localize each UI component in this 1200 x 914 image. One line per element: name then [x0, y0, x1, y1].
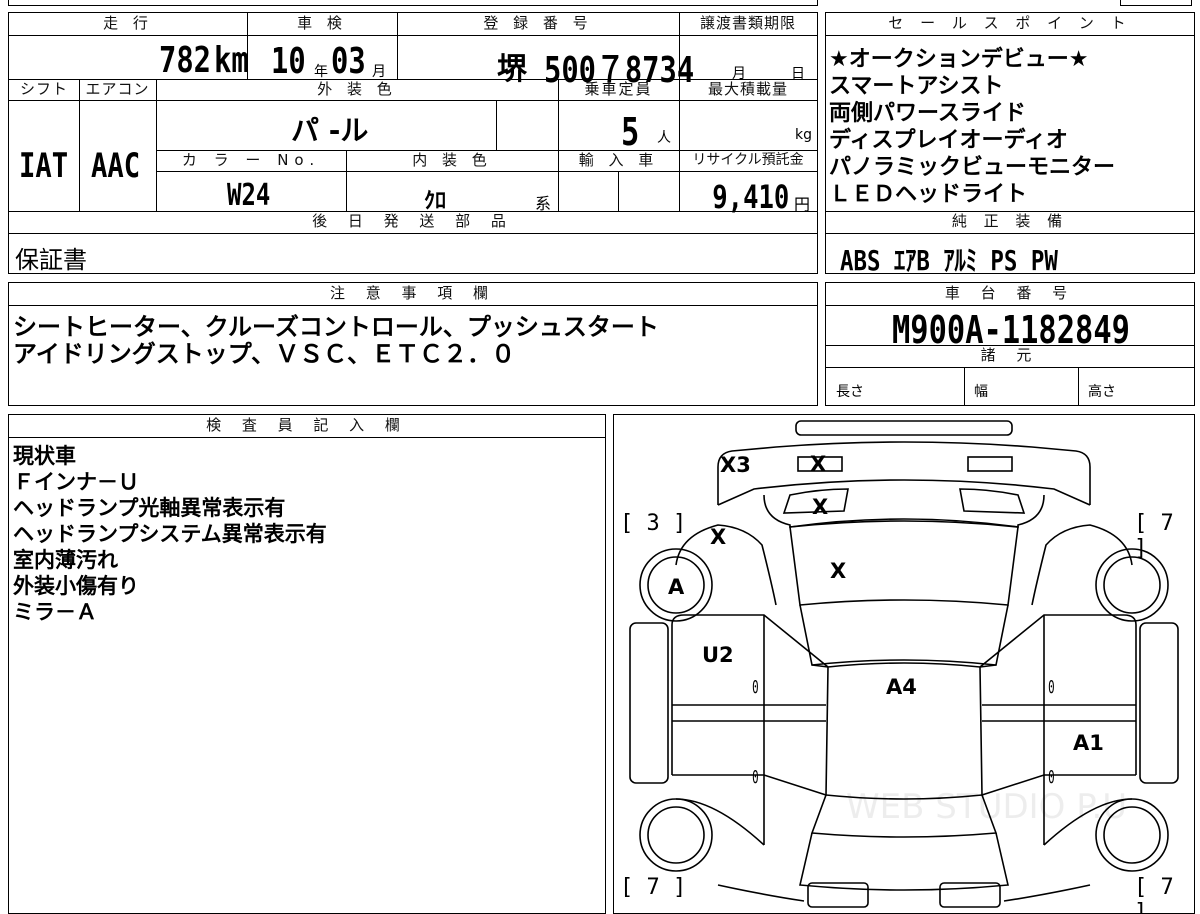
exterior-color-value: パ -ル [291, 114, 369, 147]
genuine-equipment-value: ABS ｴｱB ｱﾙﾐ PS PW [840, 244, 1058, 277]
damage-mark-right-rear-door: A1 [1073, 731, 1104, 755]
watermark: WEB STUDIO P.U [846, 787, 1128, 827]
damage-mark-left-front-door: U2 [702, 643, 734, 667]
spec-length-label: 長さ [836, 384, 864, 400]
interior-color-label: 内 装 色 [412, 151, 492, 169]
shift-value: IAT [19, 146, 69, 186]
spec-height-label: 高さ [1088, 384, 1116, 400]
inspector-line: 現状車 [13, 444, 76, 468]
mileage-unit: km [214, 40, 249, 81]
sales-point-item: スマートアシスト [829, 74, 1004, 99]
notes-lines: シートヒーター、クルーズコントロール、プッシュスタート アイドリングストップ、Ｖ… [13, 314, 659, 368]
mileage-value: 782 [158, 40, 211, 81]
sales-point-item: 両側パワースライド [829, 101, 1026, 126]
top-clipped-strip [8, 0, 818, 6]
inspector-box: 検 査 員 記 入 欄 現状車 Ｆインナ－Ｕ ヘッドランプ光軸異常表示有 ヘッド… [8, 414, 606, 914]
capacity-unit: 人 [657, 130, 671, 146]
notes-line: シートヒーター、クルーズコントロール、プッシュスタート [13, 313, 659, 341]
sales-point-item: ★オークションデビュー★ [829, 47, 1089, 72]
exterior-color-label: 外 装 色 [317, 80, 397, 98]
capacity-label: 乗車定員 [584, 80, 653, 98]
specs-label: 諸 元 [980, 346, 1040, 364]
zero-mark-right-rear: 0 [1048, 767, 1055, 788]
inspector-line: ヘッドランプ光軸異常表示有 [13, 496, 286, 520]
mileage-label: 走 行 [103, 14, 153, 32]
transfer-deadline-label: 譲渡書類期限 [699, 14, 796, 32]
sales-point-item: ＬＥＤヘッドライト [829, 182, 1028, 207]
shift-label: シフト [19, 80, 68, 98]
registration-label: 登 録 番 号 [483, 14, 593, 32]
tread-rear-left: [ 7 ] [620, 875, 687, 900]
damage-mark-front-x3: X3 [720, 453, 751, 477]
max-load-unit: kg [795, 127, 812, 143]
notes-box: 注 意 事 項 欄 シートヒーター、クルーズコントロール、プッシュスタート アイ… [8, 282, 818, 406]
inspector-line: 室内薄汚れ [13, 548, 118, 572]
sales-points-box: セ ー ル ス ポ イ ン ト ★オークションデビュー★ スマートアシスト 両側… [825, 12, 1195, 277]
genuine-equipment-label: 純 正 装 備 [951, 212, 1069, 230]
inspection-year: 10 [271, 41, 306, 82]
damage-mark-roof: A4 [886, 675, 917, 699]
inspector-label: 検 査 員 記 入 欄 [206, 416, 408, 434]
inspection-label: 車 検 [297, 14, 347, 32]
sales-point-item: パノラミックビューモニター [829, 155, 1116, 180]
sales-points-list: ★オークションデビュー★ スマートアシスト 両側パワースライド ディスプレイオー… [829, 46, 1115, 208]
color-no-label: カ ラ ー No. [181, 151, 321, 169]
inspector-line: 外装小傷有り [13, 574, 139, 598]
later-shipping-label: 後 日 発 送 部 品 [312, 212, 514, 230]
color-no-value: W24 [227, 178, 271, 213]
inspection-month: 03 [331, 41, 366, 82]
month-unit: 月 [372, 64, 386, 80]
sales-point-item: ディスプレイオーディオ [829, 128, 1068, 153]
damage-mark-fender: X [710, 525, 727, 549]
chassis-box: 車 台 番 号 M900A-1182849 諸 元 長さ 幅 高さ [825, 282, 1195, 406]
chassis-label: 車 台 番 号 [944, 284, 1076, 302]
spec-width-label: 幅 [974, 384, 988, 400]
recycle-label: リサイクル預託金 [692, 152, 804, 168]
capacity-value: 5 [621, 110, 640, 154]
inspector-line: Ｆインナ－Ｕ [13, 470, 139, 494]
zero-mark-left-front: 0 [752, 677, 759, 698]
later-shipping-value: 保証書 [15, 246, 87, 274]
tread-front-left: [ 3 ] [620, 511, 687, 536]
notes-line: アイドリングストップ、ＶＳＣ、ＥＴＣ２．０ [13, 340, 516, 368]
inspector-line: ミラ－Ａ [13, 600, 97, 624]
zero-mark-left-rear: 0 [752, 767, 759, 788]
max-load-label: 最大積載量 [707, 80, 788, 98]
tread-front-right: [ 7 ] [1134, 511, 1174, 561]
import-label: 輸 入 車 [578, 151, 659, 169]
sales-points-label: セ ー ル ス ポ イ ン ト [888, 14, 1132, 32]
top-clipped-strip-right [1120, 0, 1192, 6]
year-unit: 年 [314, 64, 328, 80]
damage-mark-grille: X [810, 452, 827, 476]
tread-rear-right: [ 7 ] [1134, 875, 1174, 914]
vehicle-info-table: 走 行 車 検 登 録 番 号 譲渡書類期限 782 km 10 年 03 月 … [8, 12, 818, 274]
zero-mark-right-front: 0 [1048, 677, 1055, 698]
inspector-lines: 現状車 Ｆインナ－Ｕ ヘッドランプ光軸異常表示有 ヘッドランプシステム異常表示有… [13, 443, 327, 625]
damage-mark-left-front-tire: A [668, 575, 685, 599]
damage-mark-hood-top: X [812, 495, 829, 519]
damage-mark-windshield: X [830, 559, 847, 583]
aircon-value: AAC [91, 146, 141, 186]
inspector-line: ヘッドランプシステム異常表示有 [13, 522, 327, 546]
notes-label: 注 意 事 項 欄 [329, 284, 497, 302]
aircon-label: エアコン [85, 80, 150, 98]
car-diagram-box: X3 X X X X A U2 A4 A1 0 0 0 0 [ 3 ] [ 7 … [613, 414, 1195, 914]
